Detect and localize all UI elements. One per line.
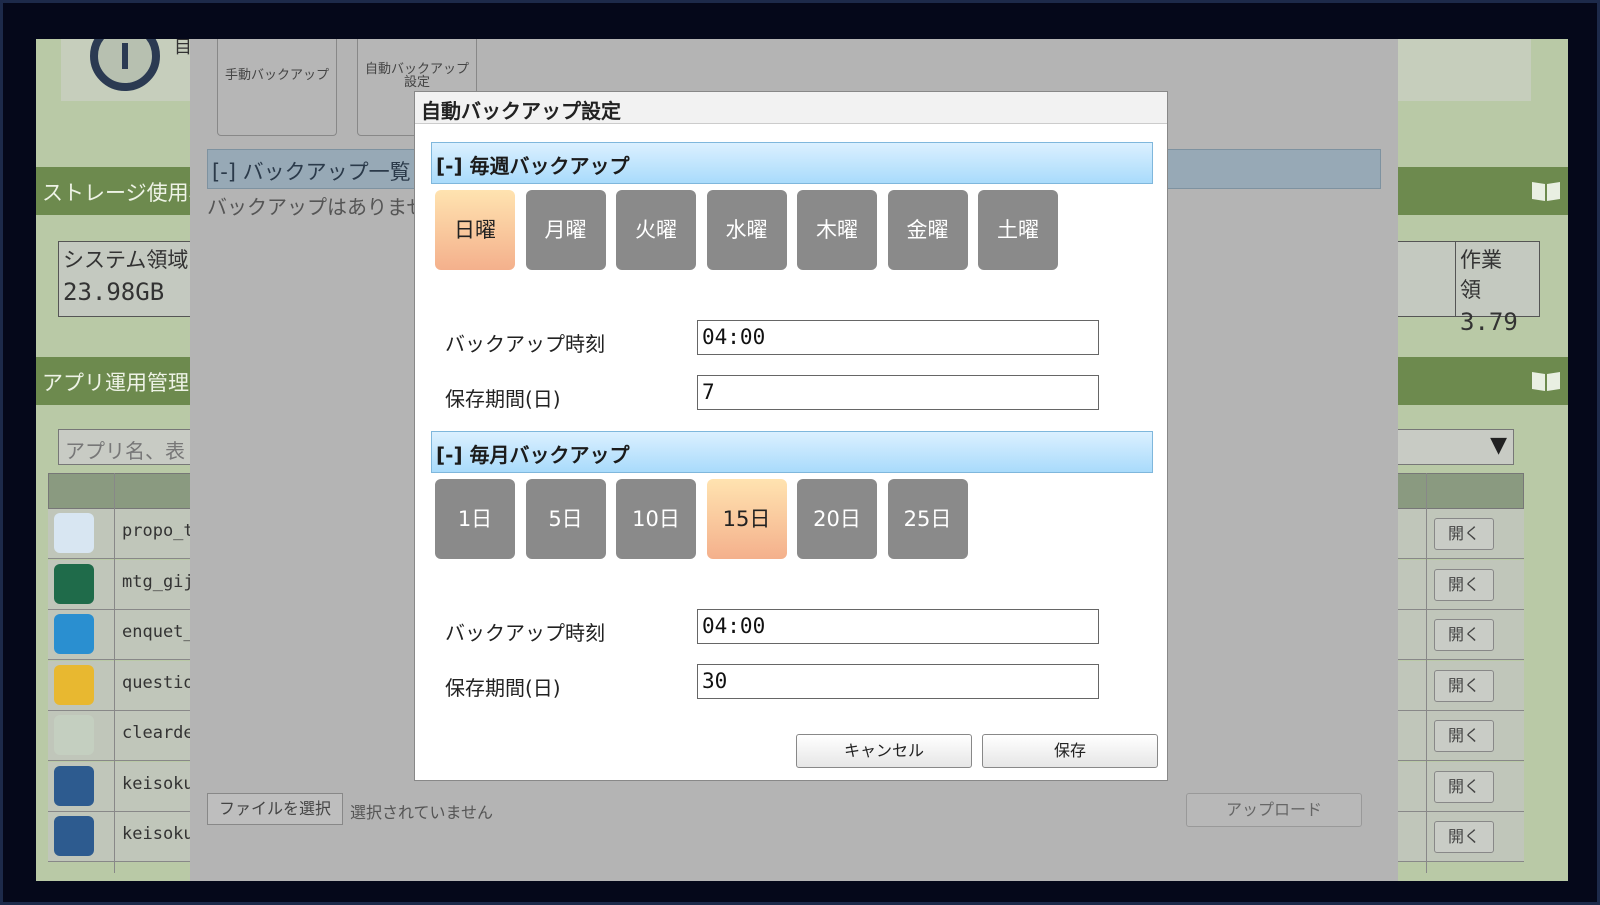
dialog-title: 自動バックアップ設定 [421, 99, 621, 123]
weekly-time-input[interactable]: 04:00 [697, 320, 1099, 355]
monthly-day-button[interactable]: 5日 [525, 479, 606, 559]
weekly-section-bar[interactable]: [-] 毎週バックアップ [431, 142, 1153, 184]
storage-work-label: 作業領 [1460, 248, 1502, 302]
backup-list-title: [-] バックアップ一覧 [212, 160, 411, 184]
weekly-time-label: バックアップ時刻 [445, 332, 605, 356]
weekly-day-button[interactable]: 火曜 [616, 190, 696, 270]
storage-system-cell: システム領域 23.98GB [59, 242, 209, 316]
app-logo-hand [122, 43, 128, 69]
choose-file-button[interactable]: ファイルを選択 [207, 793, 343, 825]
open-app-button[interactable]: 開く [1434, 518, 1494, 550]
open-app-button[interactable]: 開く [1434, 669, 1494, 702]
weekly-section-title: [-] 毎週バックアップ [436, 154, 630, 178]
weekly-day-button[interactable]: 月曜 [525, 190, 606, 270]
monthly-day-button[interactable]: 15日 [706, 479, 787, 559]
weekly-retention-label: 保存期間(日) [445, 387, 561, 411]
dropdown-arrow-icon: ▼ [1490, 433, 1507, 458]
app-search-placeholder: アプリ名、表 [65, 439, 185, 463]
monthly-time-label: バックアップ時刻 [445, 621, 605, 645]
apps-section-title: アプリ運用管理 [42, 371, 189, 395]
ruler-icon [54, 816, 94, 856]
monthly-time-input[interactable]: 04:00 [697, 609, 1099, 644]
cancel-button[interactable]: キャンセル [796, 734, 972, 768]
tab-manual-label: 手動バックアップ [224, 68, 329, 83]
storage-work-value: 3.79 [1460, 308, 1518, 336]
book-icon[interactable] [1530, 369, 1562, 393]
monthly-day-button[interactable]: 25日 [887, 479, 968, 559]
weekly-day-button[interactable]: 金曜 [887, 190, 968, 270]
box-icon [54, 664, 94, 705]
table-column-divider [114, 473, 115, 873]
dialog-titlebar[interactable]: 自動バックアップ設定 [415, 92, 1167, 124]
weekly-day-button[interactable]: 日曜 [435, 190, 515, 270]
open-app-button[interactable]: 開く [1434, 770, 1494, 803]
weekly-day-button[interactable]: 土曜 [978, 190, 1058, 270]
storage-section-title: ストレージ使用状 [42, 181, 210, 205]
open-app-button[interactable]: 開く [1434, 821, 1494, 853]
storage-system-label: システム領域 [63, 248, 189, 272]
monthly-retention-label: 保存期間(日) [445, 676, 561, 700]
monthly-section-bar[interactable]: [-] 毎月バックアップ [431, 431, 1153, 473]
monthly-day-button[interactable]: 1日 [435, 479, 515, 559]
monthly-day-button[interactable]: 10日 [616, 479, 696, 559]
tab-auto-label: 自動バックアップ 設定 [364, 62, 469, 90]
ruler-icon [54, 765, 94, 806]
person-icon [54, 513, 94, 553]
weekly-day-button[interactable]: 木曜 [797, 190, 877, 270]
weekly-day-button[interactable]: 水曜 [706, 190, 787, 270]
edit-icon [54, 614, 94, 654]
save-button[interactable]: 保存 [982, 734, 1158, 768]
upload-button[interactable]: アップロード [1186, 793, 1362, 827]
storage-work-cell: 作業領 3.79 [1455, 242, 1518, 336]
monthly-day-button[interactable]: 20日 [797, 479, 877, 559]
open-app-button[interactable]: 開く [1434, 720, 1494, 752]
open-app-button[interactable]: 開く [1434, 619, 1494, 651]
open-app-button[interactable]: 開く [1434, 568, 1494, 601]
desk-icon [54, 715, 94, 755]
storage-system-value: 23.98GB [63, 278, 165, 306]
table-column-divider [1426, 473, 1427, 873]
no-backups-message: バックアップはありませ [207, 195, 427, 219]
tab-manual-backup[interactable]: 手動バックアップ [217, 39, 337, 136]
weekly-retention-input[interactable]: 7 [697, 375, 1099, 410]
book-icon[interactable] [1530, 179, 1562, 203]
auto-backup-dialog: 自動バックアップ設定 [-] 毎週バックアップ 日曜 月曜 火曜 水曜 木曜 金曜 土曜 バ… [414, 91, 1168, 781]
monthly-retention-input[interactable]: 30 [697, 664, 1099, 699]
monthly-section-title: [-] 毎月バックアップ [436, 443, 630, 467]
notebook-icon [54, 563, 94, 604]
file-status-text: 選択されていません [350, 803, 494, 822]
